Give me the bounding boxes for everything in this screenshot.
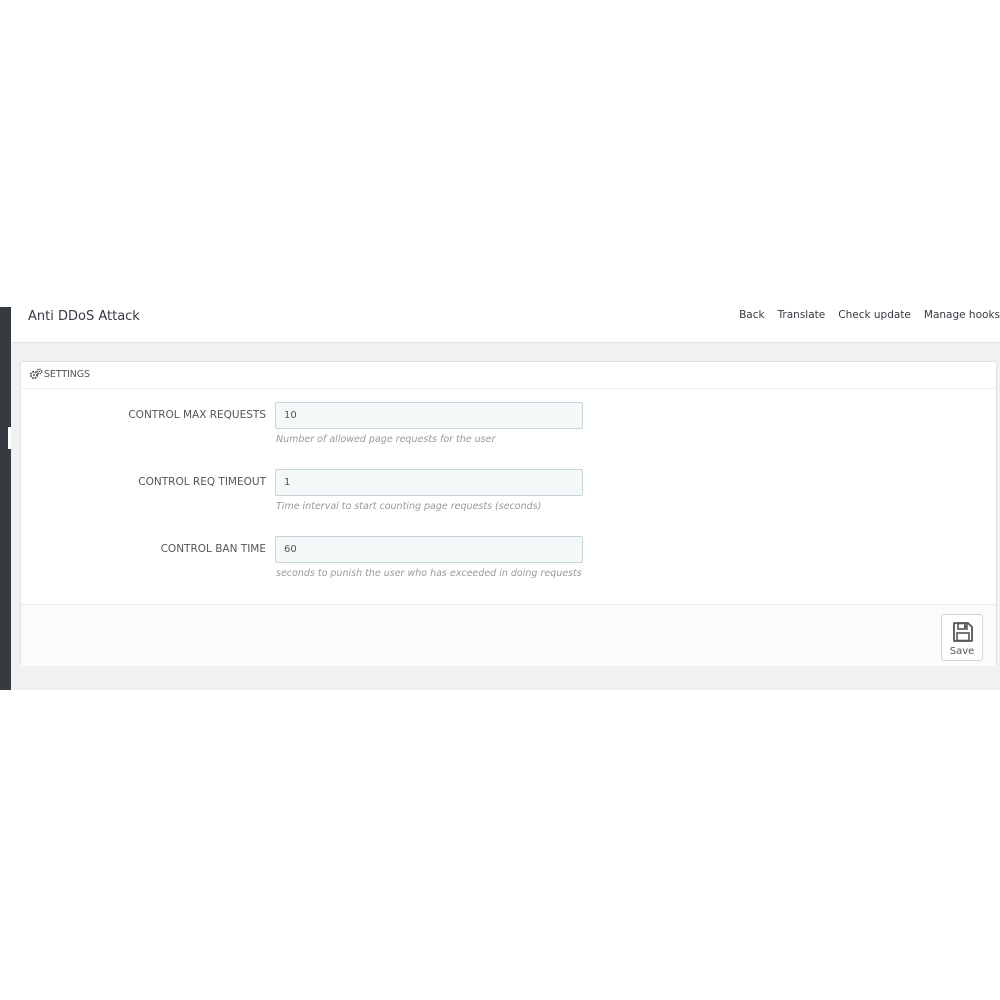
save-button[interactable]: Save — [941, 614, 983, 661]
ban-time-input[interactable] — [275, 536, 583, 563]
cogs-icon — [29, 368, 43, 380]
module-config-page: Anti DDoS Attack Back Translate Check up… — [0, 307, 1000, 690]
settings-panel: SETTINGS CONTROL MAX REQUESTS Number of … — [20, 361, 997, 666]
page-title: Anti DDoS Attack — [28, 309, 140, 324]
req-timeout-label: CONTROL REQ TIMEOUT — [138, 476, 266, 488]
form-row-req-timeout: CONTROL REQ TIMEOUT Time interval to sta… — [21, 469, 996, 514]
form-row-max-requests: CONTROL MAX REQUESTS Number of allowed p… — [21, 402, 996, 447]
form-row-ban-time: CONTROL BAN TIME seconds to punish the u… — [21, 536, 996, 581]
max-requests-help: Number of allowed page requests for the … — [276, 434, 496, 445]
req-timeout-input[interactable] — [275, 469, 583, 496]
admin-sidebar — [0, 307, 11, 690]
toolbar-links: Back Translate Check update Manage hooks — [739, 307, 1000, 323]
check-update-link[interactable]: Check update — [838, 307, 911, 323]
panel-footer: Save — [21, 604, 996, 666]
sidebar-collapse-handle[interactable] — [8, 427, 11, 449]
manage-hooks-link[interactable]: Manage hooks — [924, 307, 1000, 323]
back-link[interactable]: Back — [739, 307, 765, 323]
ban-time-help: seconds to punish the user who has excee… — [276, 568, 582, 579]
ban-time-label: CONTROL BAN TIME — [160, 543, 266, 555]
panel-heading: SETTINGS — [21, 362, 996, 389]
max-requests-input[interactable] — [275, 402, 583, 429]
panel-heading-label: SETTINGS — [44, 369, 90, 380]
req-timeout-help: Time interval to start counting page req… — [276, 501, 542, 512]
translate-link[interactable]: Translate — [778, 307, 826, 323]
save-icon — [953, 622, 973, 642]
save-button-label: Save — [949, 646, 975, 657]
page-toolbar: Anti DDoS Attack Back Translate Check up… — [11, 307, 1000, 343]
max-requests-label: CONTROL MAX REQUESTS — [128, 409, 266, 421]
